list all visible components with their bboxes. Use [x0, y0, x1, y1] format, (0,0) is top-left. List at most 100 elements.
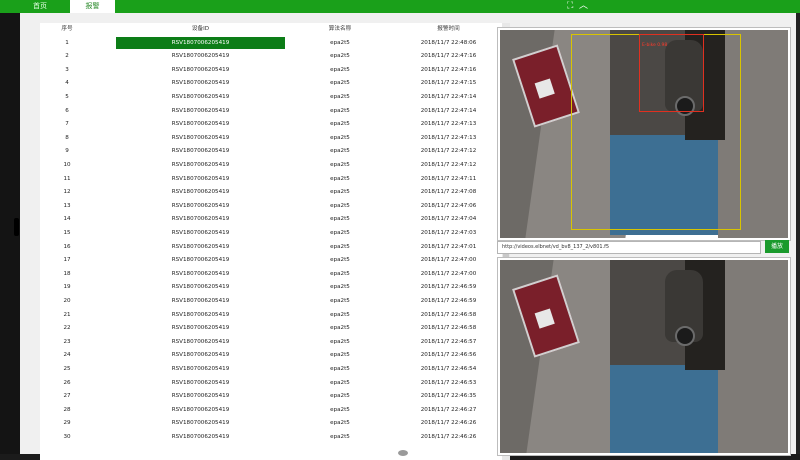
cell-algorithm[interactable]: epa2t5 — [285, 309, 395, 322]
cell-alarm-time[interactable]: 2018/11/7 22:46:56 — [395, 349, 502, 362]
cell-index[interactable]: 10 — [40, 159, 94, 172]
cell-algorithm[interactable]: epa2t5 — [285, 159, 395, 172]
table-row[interactable]: 1 RSV1807006205419 epa2t5 2018/11/7 22:48:0… — [40, 36, 502, 50]
table-row[interactable]: 3 RSV1807006205419 epa2t5 2018/11/7 22:47:1… — [40, 64, 502, 77]
cell-algorithm[interactable]: epa2t5 — [285, 377, 395, 390]
table-row[interactable]: 11 RSV1807006205419 epa2t5 2018/11/7 22:47:… — [40, 173, 502, 186]
cell-algorithm[interactable]: epa2t5 — [285, 64, 395, 77]
cell-device-id[interactable]: RSV1807006205419 — [116, 268, 285, 281]
table-row[interactable]: 21 RSV1807006205419 epa2t5 2018/11/7 22:46:… — [40, 309, 502, 322]
cell-alarm-time[interactable]: 2018/11/7 22:48:06 — [395, 37, 502, 50]
table-row[interactable]: 17 RSV1807006205419 epa2t5 2018/11/7 22:47:… — [40, 254, 502, 267]
cell-alarm-time[interactable]: 2018/11/7 22:46:26 — [395, 417, 502, 430]
cell-alarm-time[interactable]: 2018/11/7 22:46:59 — [395, 281, 502, 294]
bottom-handle[interactable] — [398, 450, 408, 456]
cell-index[interactable]: 7 — [40, 118, 94, 131]
stream-url-input[interactable]: http://videos.elbnet/vd_bv8_137_2/v801.f… — [497, 241, 761, 254]
cell-alarm-time[interactable]: 2018/11/7 22:46:53 — [395, 377, 502, 390]
table-row[interactable]: 15 RSV1807006205419 epa2t5 2018/11/7 22:47:… — [40, 227, 502, 240]
cell-alarm-time[interactable]: 2018/11/7 22:46:27 — [395, 404, 502, 417]
cell-index[interactable]: 13 — [40, 200, 94, 213]
cell-device-id[interactable]: RSV1807006205419 — [116, 200, 285, 213]
table-row[interactable]: 7 RSV1807006205419 epa2t5 2018/11/7 22:47:1… — [40, 118, 502, 131]
cell-device-id[interactable]: RSV1807006205419 — [116, 118, 285, 131]
cell-index[interactable]: 29 — [40, 417, 94, 430]
cell-index[interactable]: 17 — [40, 254, 94, 267]
cell-alarm-time[interactable]: 2018/11/7 22:47:15 — [395, 77, 502, 90]
cell-algorithm[interactable]: epa2t5 — [285, 213, 395, 226]
cell-alarm-time[interactable]: 2018/11/7 22:46:59 — [395, 295, 502, 308]
cell-index[interactable]: 23 — [40, 336, 94, 349]
cell-index[interactable]: 9 — [40, 145, 94, 158]
table-row[interactable]: 14 RSV1807006205419 epa2t5 2018/11/7 22:47:… — [40, 213, 502, 226]
cell-algorithm[interactable]: epa2t5 — [285, 37, 395, 50]
cell-device-id[interactable]: RSV1807006205419 — [116, 173, 285, 186]
play-button[interactable]: 播放 — [765, 240, 789, 253]
chevron-up-icon[interactable]: ︿ — [579, 0, 588, 13]
cell-alarm-time[interactable]: 2018/11/7 22:47:14 — [395, 91, 502, 104]
cell-algorithm[interactable]: epa2t5 — [285, 50, 395, 63]
cell-algorithm[interactable]: epa2t5 — [285, 322, 395, 335]
cell-alarm-time[interactable]: 2018/11/7 22:47:00 — [395, 268, 502, 281]
table-row[interactable]: 18 RSV1807006205419 epa2t5 2018/11/7 22:47:… — [40, 268, 502, 281]
cell-device-id[interactable]: RSV1807006205419 — [116, 159, 285, 172]
cell-alarm-time[interactable]: 2018/11/7 22:47:12 — [395, 145, 502, 158]
cell-index[interactable]: 28 — [40, 404, 94, 417]
tab-alarm[interactable]: 报警 — [70, 0, 115, 13]
table-row[interactable]: 25 RSV1807006205419 epa2t5 2018/11/7 22:46:… — [40, 363, 502, 376]
cell-alarm-time[interactable]: 2018/11/7 22:47:14 — [395, 105, 502, 118]
cell-device-id[interactable]: RSV1807006205419 — [116, 37, 285, 50]
cell-device-id[interactable]: RSV1807006205419 — [116, 322, 285, 335]
cell-alarm-time[interactable]: 2018/11/7 22:47:03 — [395, 227, 502, 240]
header-index[interactable]: 序号 — [40, 23, 94, 36]
cell-index[interactable]: 4 — [40, 77, 94, 90]
cell-index[interactable]: 15 — [40, 227, 94, 240]
cell-device-id[interactable]: RSV1807006205419 — [116, 241, 285, 254]
cell-algorithm[interactable]: epa2t5 — [285, 227, 395, 240]
table-row[interactable]: 23 RSV1807006205419 epa2t5 2018/11/7 22:46:… — [40, 336, 502, 349]
cell-device-id[interactable]: RSV1807006205419 — [116, 281, 285, 294]
cell-alarm-time[interactable]: 2018/11/7 22:47:16 — [395, 50, 502, 63]
cell-algorithm[interactable]: epa2t5 — [285, 241, 395, 254]
cell-alarm-time[interactable]: 2018/11/7 22:46:58 — [395, 309, 502, 322]
cell-algorithm[interactable]: epa2t5 — [285, 404, 395, 417]
cell-device-id[interactable]: RSV1807006205419 — [116, 377, 285, 390]
cell-alarm-time[interactable]: 2018/11/7 22:47:04 — [395, 213, 502, 226]
cell-alarm-time[interactable]: 2018/11/7 22:47:13 — [395, 118, 502, 131]
table-row[interactable]: 24 RSV1807006205419 epa2t5 2018/11/7 22:46:… — [40, 349, 502, 362]
cell-index[interactable]: 20 — [40, 295, 94, 308]
table-row[interactable]: 26 RSV1807006205419 epa2t5 2018/11/7 22:46:… — [40, 377, 502, 390]
cell-device-id[interactable]: RSV1807006205419 — [116, 91, 285, 104]
cell-device-id[interactable]: RSV1807006205419 — [116, 50, 285, 63]
cell-device-id[interactable]: RSV1807006205419 — [116, 404, 285, 417]
cell-index[interactable]: 1 — [40, 37, 94, 50]
cell-alarm-time[interactable]: 2018/11/7 22:46:26 — [395, 431, 502, 444]
cell-algorithm[interactable]: epa2t5 — [285, 417, 395, 430]
cell-algorithm[interactable]: epa2t5 — [285, 295, 395, 308]
cell-index[interactable]: 3 — [40, 64, 94, 77]
cell-algorithm[interactable]: epa2t5 — [285, 105, 395, 118]
cell-device-id[interactable]: RSV1807006205419 — [116, 77, 285, 90]
table-row[interactable]: 29 RSV1807006205419 epa2t5 2018/11/7 22:46:… — [40, 417, 502, 430]
cell-algorithm[interactable]: epa2t5 — [285, 431, 395, 444]
cell-algorithm[interactable]: epa2t5 — [285, 336, 395, 349]
cell-device-id[interactable]: RSV1807006205419 — [116, 336, 285, 349]
cell-device-id[interactable]: RSV1807006205419 — [116, 349, 285, 362]
table-row[interactable]: 22 RSV1807006205419 epa2t5 2018/11/7 22:46:… — [40, 322, 502, 335]
cell-index[interactable]: 26 — [40, 377, 94, 390]
cell-device-id[interactable]: RSV1807006205419 — [116, 363, 285, 376]
cell-alarm-time[interactable]: 2018/11/7 22:47:08 — [395, 186, 502, 199]
header-device-id[interactable]: 设备ID — [116, 23, 285, 36]
table-row[interactable]: 28 RSV1807006205419 epa2t5 2018/11/7 22:46:… — [40, 404, 502, 417]
cell-alarm-time[interactable]: 2018/11/7 22:47:16 — [395, 64, 502, 77]
cell-index[interactable]: 27 — [40, 390, 94, 403]
cell-index[interactable]: 14 — [40, 213, 94, 226]
table-row[interactable]: 16 RSV1807006205419 epa2t5 2018/11/7 22:47:… — [40, 241, 502, 254]
expand-icon[interactable]: ⛶ — [567, 0, 573, 13]
cell-index[interactable]: 25 — [40, 363, 94, 376]
header-alarm-time[interactable]: 报警时间 — [395, 23, 502, 36]
cell-algorithm[interactable]: epa2t5 — [285, 363, 395, 376]
table-row[interactable]: 20 RSV1807006205419 epa2t5 2018/11/7 22:46:… — [40, 295, 502, 308]
cell-algorithm[interactable]: epa2t5 — [285, 349, 395, 362]
cell-index[interactable]: 12 — [40, 186, 94, 199]
